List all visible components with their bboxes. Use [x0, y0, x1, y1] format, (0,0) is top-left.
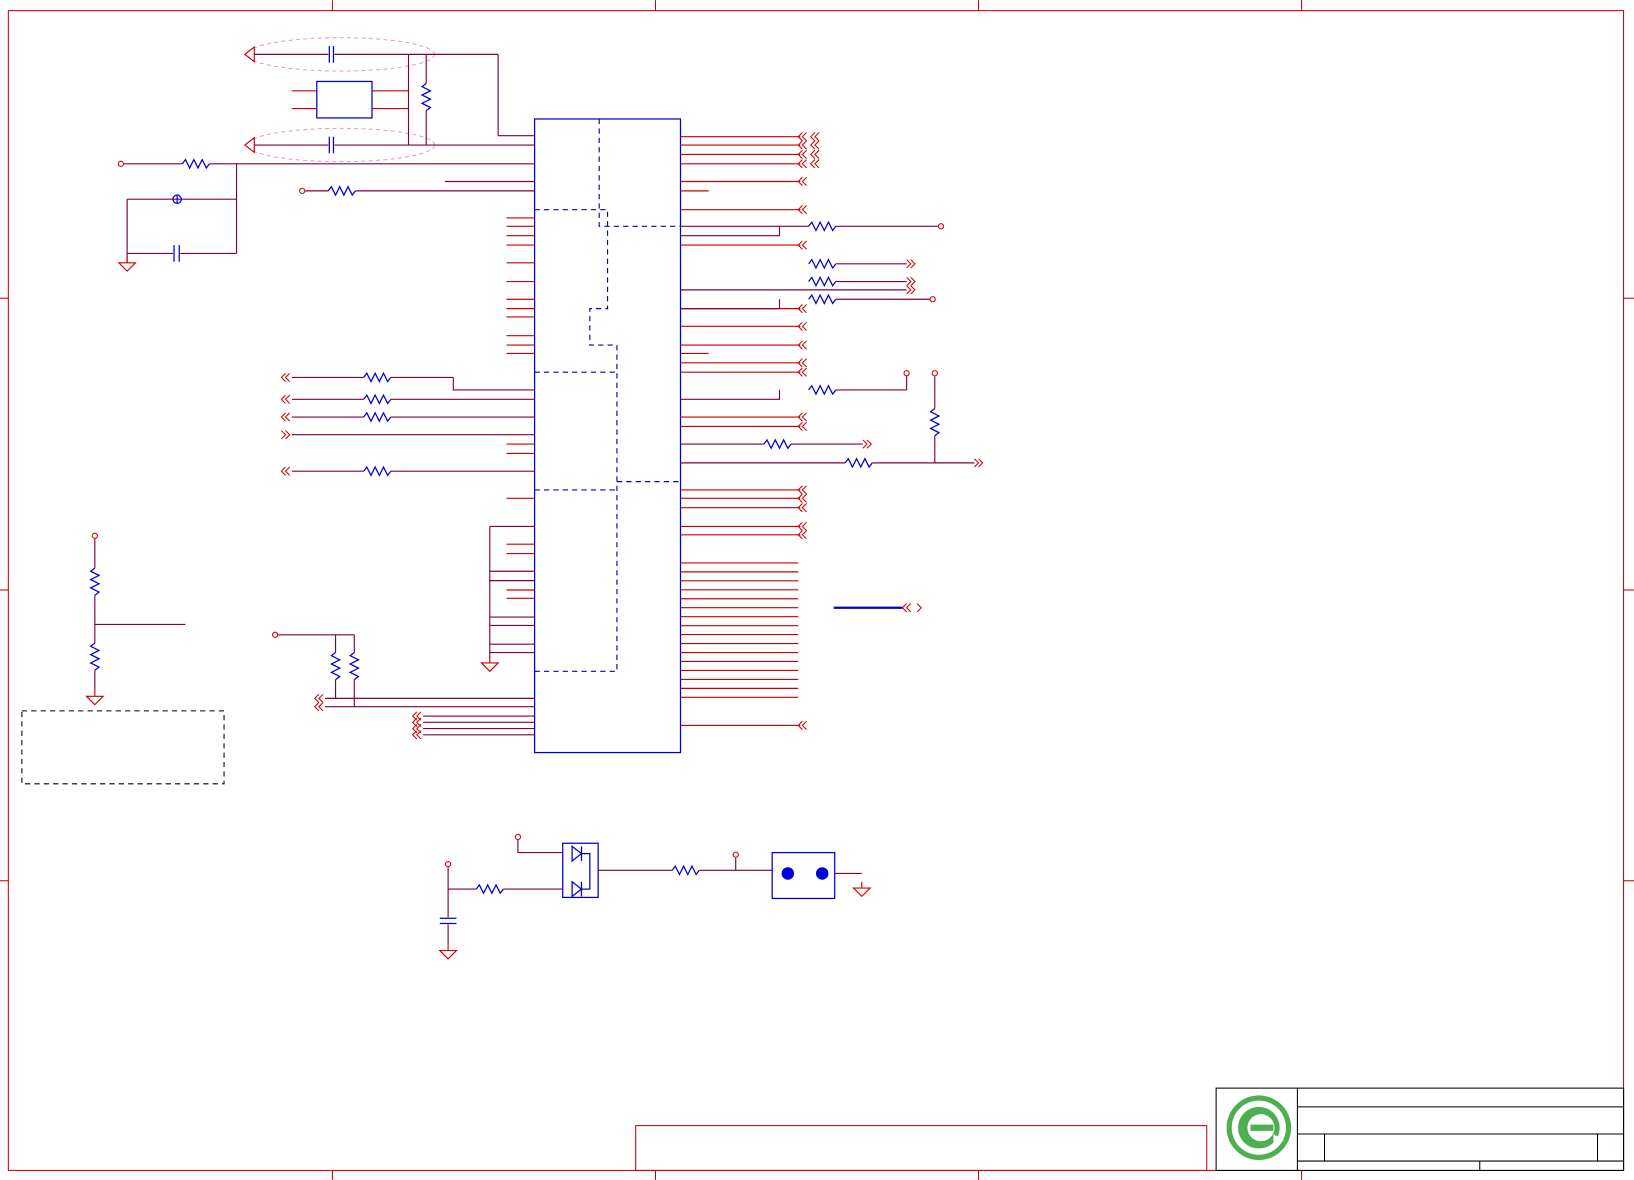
ic-left-stubs: [506, 217, 535, 599]
crystal-oscillator-section: [243, 37, 535, 163]
offpage-connector-arrow: [810, 132, 820, 142]
offpage-connector-arrow: [810, 149, 820, 160]
reset-rc-section: [117, 158, 535, 272]
green-e-logo-icon: [1226, 1095, 1292, 1161]
title-block: [635, 1087, 1625, 1171]
connector-pin-1: [781, 867, 795, 880]
connector-pin-2: [815, 867, 829, 880]
led-connector-section: [439, 833, 871, 960]
voltage-divider: [21, 532, 225, 785]
sheet-frame: [0, 0, 1634, 1180]
offpage-connector-arrow: [810, 140, 820, 150]
note-box: [21, 710, 225, 785]
main-ic: [533, 118, 682, 754]
offpage-connector-arrow: [810, 159, 820, 169]
ic-right-pins: [680, 132, 820, 731]
schematic-sheet: [0, 0, 1634, 1180]
pullup-resistors-section: [271, 631, 535, 740]
left-signal-routes: [280, 372, 535, 476]
crystal-body: [316, 80, 373, 119]
